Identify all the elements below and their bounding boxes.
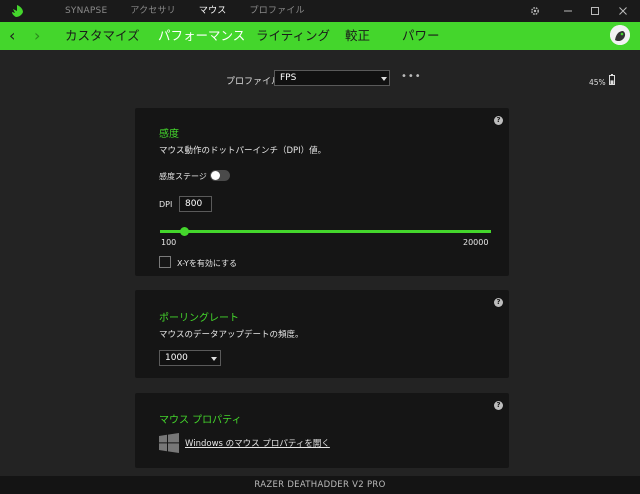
back-arrow-icon[interactable]: ‹ bbox=[9, 22, 15, 50]
dpi-slider-max: 20000 bbox=[463, 238, 489, 247]
help-icon[interactable]: ? bbox=[494, 116, 503, 125]
sensitivity-description: マウス動作のドットパーインチ（DPI）値。 bbox=[159, 146, 327, 156]
chevron-down-icon bbox=[381, 77, 387, 81]
profile-dropdown[interactable]: FPS bbox=[274, 70, 390, 86]
mouse-properties-card: ? マウス プロパティ bbox=[135, 393, 509, 468]
enable-xy-label: X-Yを有効にする bbox=[177, 259, 237, 268]
close-icon[interactable] bbox=[610, 0, 636, 22]
windows-logo-icon bbox=[159, 433, 179, 453]
more-options-icon[interactable]: ••• bbox=[401, 71, 422, 82]
mouse-properties-title: マウス プロパティ bbox=[159, 415, 242, 426]
polling-rate-description: マウスのデータアップデートの頻度。 bbox=[159, 330, 304, 340]
tab-calibration[interactable]: 較正 bbox=[345, 22, 370, 50]
gear-icon[interactable] bbox=[522, 0, 548, 22]
dpi-input[interactable]: 800 bbox=[179, 196, 212, 212]
polling-rate-dropdown[interactable]: 1000 bbox=[159, 350, 221, 366]
help-icon[interactable]: ? bbox=[494, 401, 503, 410]
sensitivity-stages-label: 感度ステージ bbox=[159, 172, 207, 181]
chevron-down-icon bbox=[211, 357, 217, 361]
tab-customize[interactable]: カスタマイズ bbox=[65, 22, 140, 50]
device-nav-bar: ‹ › カスタマイズ パフォーマンス ライティング 較正 パワー bbox=[0, 22, 640, 50]
user-avatar[interactable] bbox=[610, 25, 630, 45]
open-windows-mouse-properties-link[interactable]: Windows のマウス プロパティを開く bbox=[185, 437, 330, 449]
tab-lighting[interactable]: ライティング bbox=[256, 22, 330, 50]
sensitivity-card: ? 感度 マウス動作のドットパーインチ（DPI）値。 bbox=[135, 108, 509, 276]
device-name: RAZER DEATHADDER V2 PRO bbox=[254, 480, 386, 490]
battery-icon bbox=[609, 74, 615, 85]
maximize-icon[interactable] bbox=[582, 0, 608, 22]
enable-xy-checkbox[interactable] bbox=[159, 256, 171, 268]
sensitivity-stages-toggle[interactable] bbox=[210, 170, 230, 181]
profile-value: FPS bbox=[280, 73, 297, 83]
top-nav-synapse[interactable]: SYNAPSE bbox=[65, 0, 107, 22]
title-bar: SYNAPSE アクセサリ マウス プロファイル bbox=[0, 0, 640, 22]
tab-performance[interactable]: パフォーマンス bbox=[158, 22, 245, 50]
top-nav-accessories[interactable]: アクセサリ bbox=[130, 0, 176, 22]
battery-percent: 45% bbox=[589, 78, 606, 87]
dpi-label: DPI bbox=[159, 200, 173, 209]
minimize-icon[interactable] bbox=[555, 0, 581, 22]
polling-rate-title: ポーリングレート bbox=[159, 313, 239, 324]
help-icon[interactable]: ? bbox=[494, 298, 503, 307]
polling-rate-value: 1000 bbox=[165, 353, 188, 363]
toggle-knob bbox=[211, 171, 220, 180]
dpi-slider-track[interactable] bbox=[160, 230, 491, 233]
dpi-slider-min: 100 bbox=[161, 238, 177, 247]
top-nav-profiles[interactable]: プロファイル bbox=[250, 0, 305, 22]
sensitivity-title: 感度 bbox=[159, 129, 179, 140]
tab-power[interactable]: パワー bbox=[402, 22, 440, 50]
forward-arrow-icon[interactable]: › bbox=[34, 22, 40, 50]
top-nav-mouse[interactable]: マウス bbox=[199, 0, 227, 22]
footer-bar: RAZER DEATHADDER V2 PRO bbox=[0, 476, 640, 494]
profile-label: プロファイル bbox=[226, 77, 281, 87]
razer-logo-icon bbox=[12, 5, 23, 17]
top-nav: SYNAPSE アクセサリ マウス プロファイル bbox=[65, 0, 328, 22]
